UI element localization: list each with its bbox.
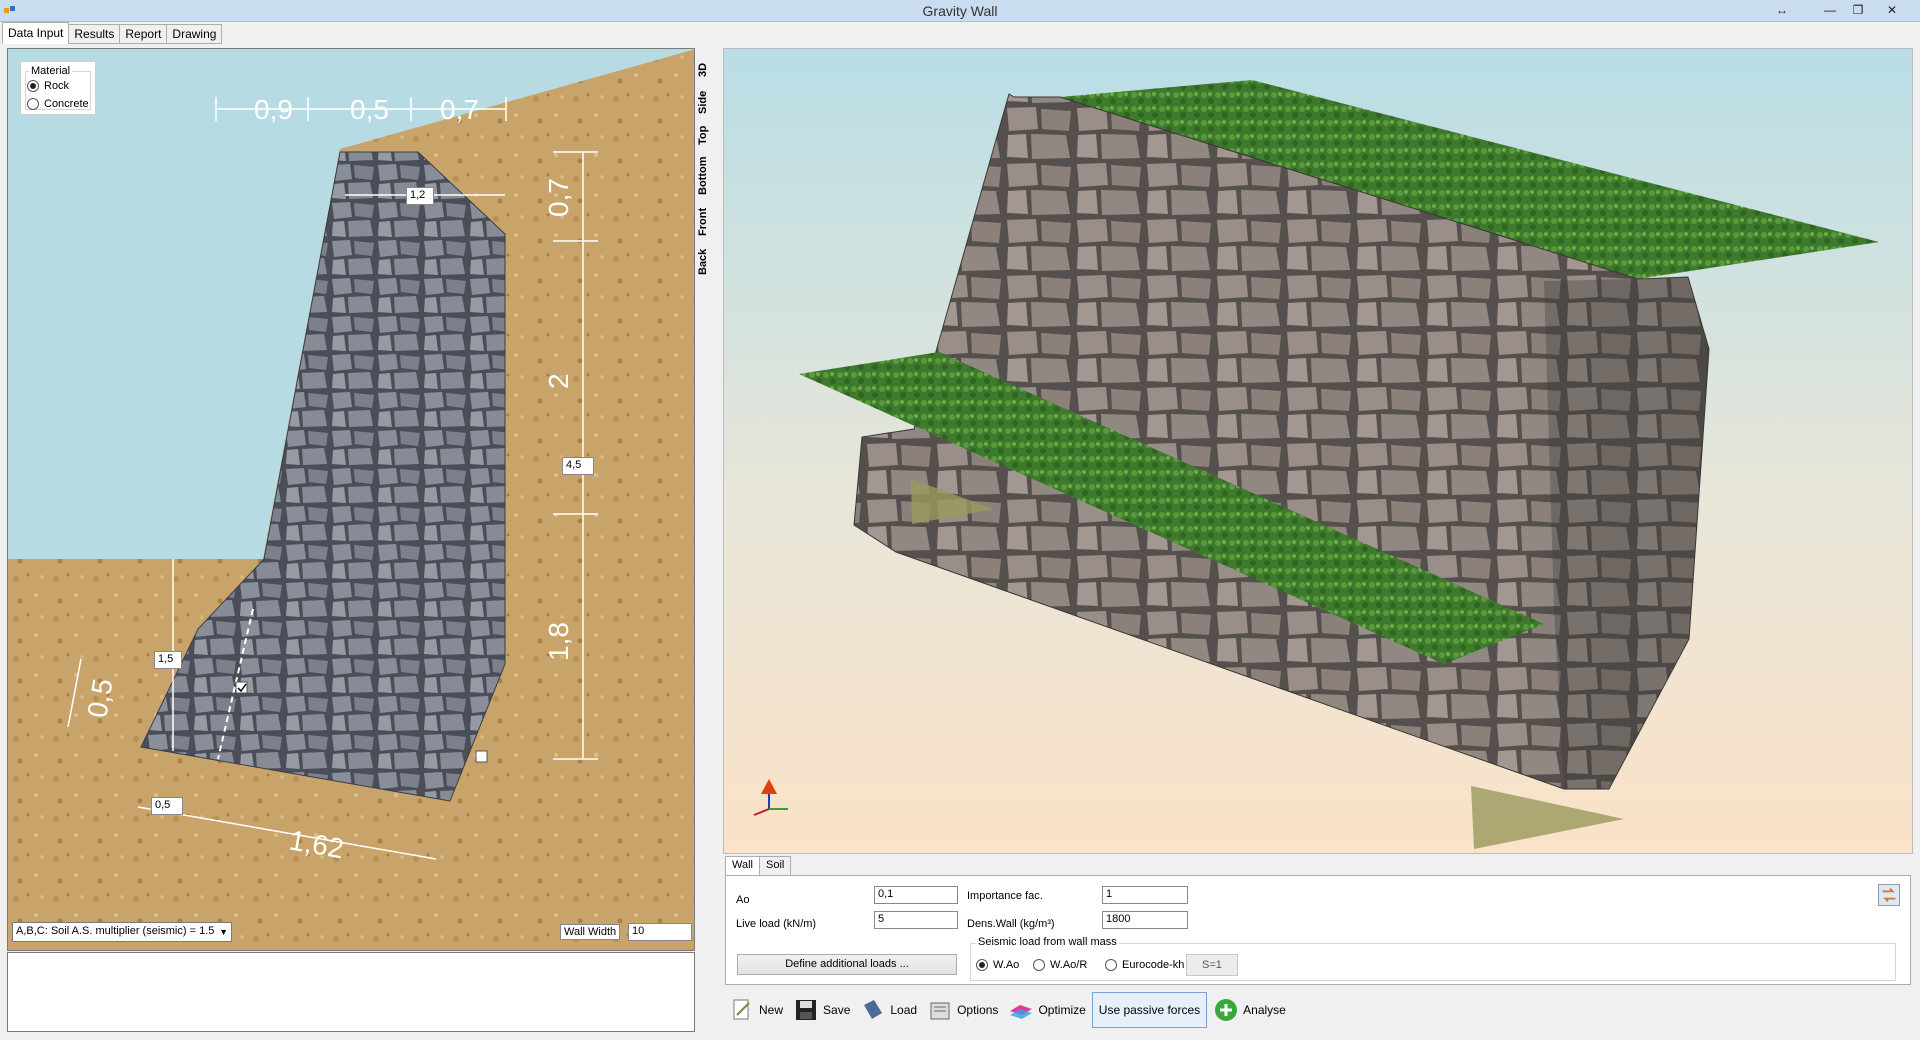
dim-right-3: 1,8 bbox=[543, 622, 574, 661]
view-tab-top[interactable]: Top bbox=[697, 122, 717, 148]
top-width-input[interactable]: 1,2 bbox=[406, 187, 434, 205]
radio-icon[interactable] bbox=[1033, 959, 1045, 971]
handle-icon bbox=[475, 750, 488, 763]
chevron-down-icon: ▼ bbox=[219, 927, 228, 937]
seismic-option-eurocode[interactable]: Eurocode-kh bbox=[1105, 959, 1184, 971]
ao-input[interactable]: 0,1 bbox=[874, 886, 958, 904]
load-button[interactable]: Load bbox=[856, 992, 921, 1028]
tab-wall[interactable]: Wall bbox=[725, 856, 760, 876]
view-tab-front[interactable]: Front bbox=[697, 204, 717, 240]
plus-icon bbox=[1215, 999, 1238, 1021]
toolbar: New Save Load Options Optimize Use passi… bbox=[725, 990, 1292, 1030]
optimize-icon bbox=[1010, 1005, 1033, 1019]
swap-icon[interactable] bbox=[1878, 884, 1900, 906]
new-icon bbox=[733, 999, 750, 1020]
view-tab-3d[interactable]: 3D bbox=[697, 58, 717, 82]
live-load-input[interactable]: 5 bbox=[874, 911, 958, 929]
param-tabs: Wall Soil bbox=[725, 856, 792, 876]
wall-parameters-panel: Ao 0,1 Live load (kN/m) 5 Importance fac… bbox=[725, 875, 1911, 985]
soil-multiplier-select[interactable]: A,B,C: Soil A.S. multiplier (seismic) = … bbox=[12, 922, 232, 942]
options-icon bbox=[930, 1002, 950, 1020]
dim-right-2: 2 bbox=[543, 373, 574, 389]
resize-icon[interactable]: ↔ bbox=[1768, 1, 1796, 19]
save-button[interactable]: Save bbox=[789, 992, 854, 1028]
dim-right-1: 0,7 bbox=[543, 178, 574, 217]
save-icon bbox=[796, 1000, 817, 1020]
seismic-option-wao[interactable]: W.Ao bbox=[976, 959, 1019, 971]
dim-top-3: 0,7 bbox=[440, 94, 479, 125]
options-button[interactable]: Options bbox=[923, 992, 1002, 1028]
view-tab-side[interactable]: Side bbox=[697, 88, 717, 116]
analyse-button[interactable]: Analyse bbox=[1209, 992, 1290, 1028]
height-input[interactable]: 4,5 bbox=[562, 457, 594, 475]
restore-button[interactable]: ❐ bbox=[1844, 1, 1872, 19]
3d-viewport[interactable] bbox=[723, 48, 1913, 854]
material-option-concrete[interactable]: Concrete bbox=[27, 98, 89, 110]
define-loads-button[interactable]: Define additional loads ... bbox=[737, 954, 957, 975]
axis-gizmo-icon bbox=[753, 779, 788, 816]
message-area bbox=[7, 952, 695, 1032]
view-tab-bottom[interactable]: Bottom bbox=[697, 154, 717, 198]
s-factor-button[interactable]: S=1 bbox=[1186, 954, 1238, 976]
3d-scene bbox=[753, 80, 1879, 849]
radio-icon[interactable] bbox=[27, 98, 39, 110]
ao-label: Ao bbox=[736, 894, 750, 906]
tab-results[interactable]: Results bbox=[68, 24, 121, 44]
wall-section-drawing[interactable]: 0,9 0,5 0,7 0,7 2 1,8 0,5 1,62 Material … bbox=[7, 48, 695, 951]
seismic-legend: Seismic load from wall mass bbox=[976, 936, 1119, 948]
importance-input[interactable]: 1 bbox=[1102, 886, 1188, 904]
tab-drawing[interactable]: Drawing bbox=[166, 24, 223, 44]
material-option-rock[interactable]: Rock bbox=[27, 80, 69, 92]
title-bar: Gravity Wall ↔ — ❐ ✕ bbox=[0, 0, 1920, 22]
material-legend: Material bbox=[29, 65, 73, 77]
close-button[interactable]: ✕ bbox=[1878, 1, 1906, 19]
toe-input[interactable]: 0,5 bbox=[151, 797, 183, 815]
soil-height-input[interactable]: 1,5 bbox=[154, 651, 182, 669]
tab-data-input[interactable]: Data Input bbox=[2, 22, 70, 44]
radio-icon[interactable] bbox=[27, 80, 39, 92]
dim-top-1: 0,9 bbox=[254, 94, 293, 125]
material-group: Material Rock Concrete bbox=[20, 61, 96, 115]
importance-label: Importance fac. bbox=[967, 890, 1043, 902]
use-passive-forces-button[interactable]: Use passive forces bbox=[1091, 992, 1208, 1028]
view-tabs: 3D Side Top Bottom Front Back bbox=[697, 48, 717, 308]
new-button[interactable]: New bbox=[725, 992, 787, 1028]
dens-wall-input[interactable]: 1800 bbox=[1102, 911, 1188, 929]
dim-top-2: 0,5 bbox=[350, 94, 389, 125]
radio-icon[interactable] bbox=[1105, 959, 1117, 971]
live-load-label: Live load (kN/m) bbox=[736, 918, 817, 930]
seismic-option-waor[interactable]: W.Ao/R bbox=[1033, 959, 1087, 971]
wall-width-input[interactable]: 10 bbox=[628, 923, 692, 941]
tab-soil[interactable]: Soil bbox=[758, 856, 792, 876]
wall-width-label: Wall Width bbox=[560, 924, 621, 940]
load-icon bbox=[864, 1000, 883, 1019]
dens-wall-label: Dens.Wall (kg/m³) bbox=[967, 918, 1055, 930]
section-canvas: 0,9 0,5 0,7 0,7 2 1,8 0,5 1,62 bbox=[8, 49, 694, 950]
minimize-button[interactable]: — bbox=[1816, 1, 1844, 19]
view-tab-back[interactable]: Back bbox=[697, 246, 717, 278]
window-title: Gravity Wall bbox=[922, 3, 998, 19]
tab-report[interactable]: Report bbox=[119, 24, 168, 44]
optimize-button[interactable]: Optimize bbox=[1004, 992, 1089, 1028]
main-tabs: Data Input Results Report Drawing bbox=[2, 22, 223, 44]
radio-icon[interactable] bbox=[976, 959, 988, 971]
